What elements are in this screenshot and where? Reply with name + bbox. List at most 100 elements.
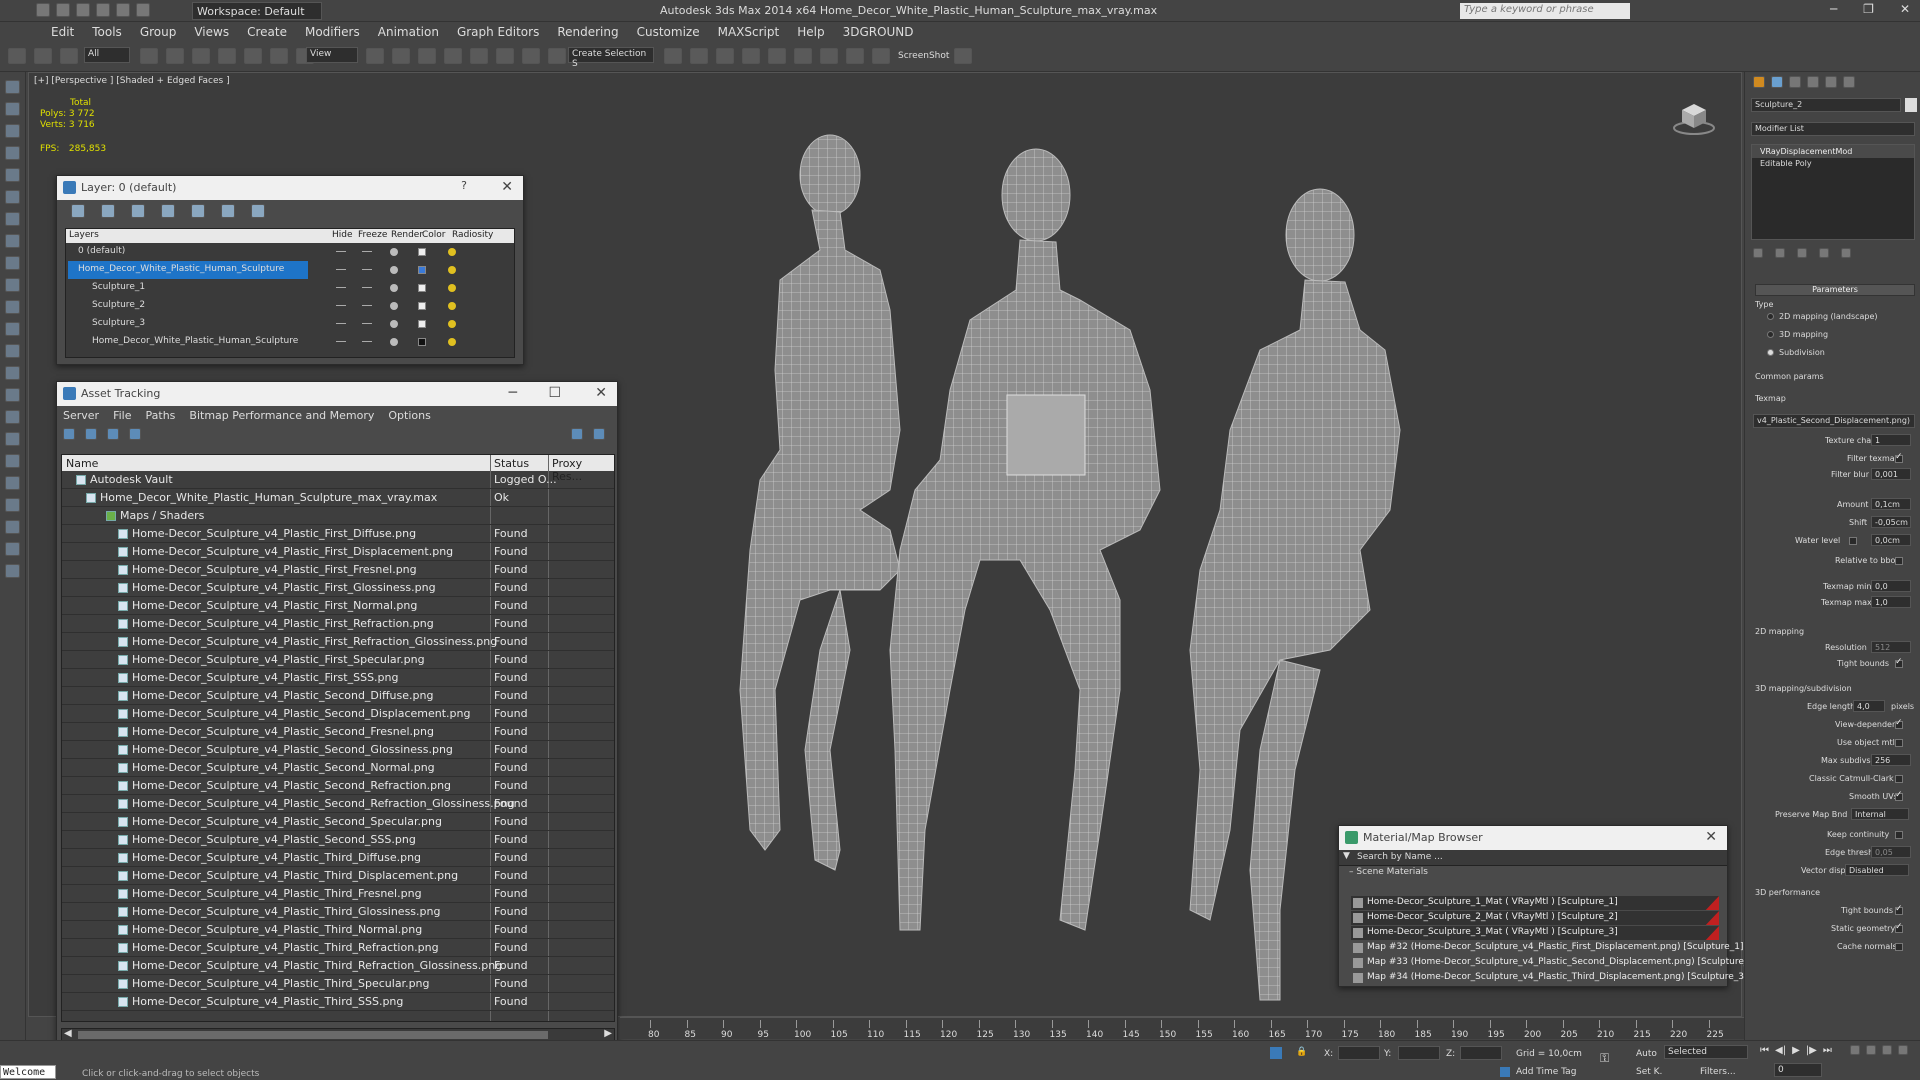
radiosity-sun-icon[interactable] [448,284,456,292]
hide-toggle[interactable] [336,341,346,342]
pan-icon[interactable] [1898,1045,1908,1055]
unlink-icon[interactable] [34,48,52,64]
menu-item-group[interactable]: Group [131,22,186,42]
bind-space-warp-icon[interactable] [60,48,78,64]
close-icon[interactable]: ✕ [1900,2,1910,16]
sculpture-models[interactable] [720,130,1420,1010]
material-search-input[interactable]: ▼ Search by Name ... [1339,850,1727,866]
layer-color-swatch[interactable] [418,266,426,274]
move-icon[interactable] [244,48,262,64]
asset-row[interactable]: Home-Decor_Sculpture_v4_Plastic_Third_No… [62,921,614,939]
filters-button[interactable]: Filters... [1700,1067,1736,1077]
edit-named-selection-icon[interactable] [548,48,566,64]
align-icon[interactable] [690,48,708,64]
lock-icon[interactable]: 🔒 [1296,1047,1307,1057]
menu-item-animation[interactable]: Animation [369,22,448,42]
texmap-min-spinner[interactable]: 0,0 [1871,580,1911,592]
tool-icon-15[interactable] [5,388,20,402]
col-name[interactable]: Name [66,457,98,470]
material-row[interactable]: Map #33 (Home-Decor_Sculpture_v4_Plastic… [1351,956,1758,970]
hide-toggle[interactable] [336,323,346,324]
layer-row[interactable]: Home_Decor_White_Plastic_Human_Sculpture [66,333,514,351]
asset-row[interactable]: Home-Decor_Sculpture_v4_Plastic_First_Fr… [62,561,614,579]
layer-manager-icon[interactable] [716,48,734,64]
asset-dialog-header[interactable]: Asset Tracking ─ ☐ ✕ [57,382,617,406]
asset-menu-options[interactable]: Options [388,409,430,423]
material-row[interactable]: Home-Decor_Sculpture_3_Mat ( VRayMtl ) [… [1351,926,1719,940]
minimize-icon[interactable]: ─ [509,385,517,401]
tool-icon-17[interactable] [5,432,20,446]
selection-lock-icon[interactable] [1270,1047,1282,1059]
asset-row[interactable]: Home-Decor_Sculpture_v4_Plastic_First_SS… [62,669,614,687]
rotate-icon[interactable] [270,48,288,64]
tight-bounds-2-checkbox[interactable] [1895,904,1903,915]
col-radiosity[interactable]: Radiosity [452,230,493,240]
angle-snap-icon[interactable] [470,48,488,64]
refresh-icon[interactable] [63,428,75,440]
tool-icon-13[interactable] [5,344,20,358]
object-color-swatch[interactable] [1905,98,1917,112]
edge-thresh-spinner[interactable]: 0,05 [1871,846,1911,858]
material-row[interactable]: Map #32 (Home-Decor_Sculpture_v4_Plastic… [1351,941,1743,955]
layer-row[interactable]: Sculpture_2 [66,297,514,315]
render-teapot-icon[interactable] [390,266,398,274]
water-level-checkbox[interactable] [1849,537,1857,545]
add-to-layer-icon[interactable] [131,204,145,218]
resolution-spinner[interactable]: 512 [1871,641,1911,653]
object-name-field[interactable]: Sculpture_2 [1751,98,1901,112]
col-render[interactable]: Render [391,230,423,240]
make-unique-icon[interactable] [1797,248,1807,258]
vector-displ-dropdown[interactable]: Disabled [1845,864,1909,876]
use-object-mtl-checkbox[interactable] [1895,739,1903,747]
named-selection-dropdown[interactable]: Create Selection S [568,47,654,69]
asset-menu-bitmap-performance-and-memory[interactable]: Bitmap Performance and Memory [189,409,374,423]
layer-color-swatch[interactable] [418,320,426,328]
delete-layer-icon[interactable] [101,204,115,218]
asset-row[interactable]: Home-Decor_Sculpture_v4_Plastic_Second_R… [62,777,614,795]
select-by-name-icon[interactable] [166,48,184,64]
asset-row[interactable]: Home-Decor_Sculpture_v4_Plastic_Second_D… [62,705,614,723]
material-row[interactable]: Home-Decor_Sculpture_1_Mat ( VRayMtl ) [… [1351,896,1719,910]
tool-icon-18[interactable] [5,454,20,468]
minimize-icon[interactable]: ─ [1830,2,1837,16]
z-coord-field[interactable] [1460,1046,1502,1060]
selection-filter-dropdown[interactable]: All [84,47,130,63]
scroll-left-icon[interactable]: ◀ [64,1028,72,1039]
asset-row[interactable]: Home-Decor_Sculpture_v4_Plastic_First_Re… [62,615,614,633]
texture-chan-spinner[interactable]: 1 [1871,434,1911,446]
render-setup-icon[interactable] [846,48,864,64]
filter-texmap-checkbox[interactable] [1895,452,1903,463]
layer-color-swatch[interactable] [418,338,426,346]
freeze-toggle[interactable] [362,251,372,252]
timeline-ruler[interactable]: 80 85 90 95 100 105 110 115 120 125 130 135 140 145 15… [620,1017,1744,1040]
material-row[interactable]: Home-Decor_Sculpture_2_Mat ( VRayMtl ) [… [1351,911,1719,925]
tool-icon-19[interactable] [5,476,20,490]
curve-editor-icon[interactable] [768,48,786,64]
help-search-input[interactable]: Type a keyword or phrase [1460,3,1630,19]
smooth-uvs-checkbox[interactable] [1895,790,1903,801]
scene-materials-section[interactable]: – Scene Materials [1339,866,1727,880]
new-file-icon[interactable] [36,3,50,17]
remove-modifier-icon[interactable] [1819,248,1829,258]
camera-icon[interactable] [954,48,972,64]
asset-row[interactable]: Home-Decor_Sculpture_v4_Plastic_First_Gl… [62,579,614,597]
asset-row[interactable]: Home-Decor_Sculpture_v4_Plastic_First_Sp… [62,651,614,669]
asset-row[interactable]: Home-Decor_Sculpture_v4_Plastic_Third_Di… [62,849,614,867]
keep-continuity-checkbox[interactable] [1895,831,1903,839]
create-tab-icon[interactable] [1753,76,1765,88]
asset-row[interactable]: Home-Decor_Sculpture_v4_Plastic_First_No… [62,597,614,615]
maximize-icon[interactable]: ☐ [548,385,561,401]
asset-menu-paths[interactable]: Paths [146,409,176,423]
spinner-snap-icon[interactable] [522,48,540,64]
x-coord-field[interactable] [1338,1046,1380,1060]
layer-row[interactable]: Home_Decor_White_Plastic_Human_Sculpture [66,261,514,279]
asset-row[interactable]: Home-Decor_Sculpture_v4_Plastic_First_Di… [62,543,614,561]
menu-item-graph-editors[interactable]: Graph Editors [448,22,548,42]
cache-normals-checkbox[interactable] [1895,943,1903,951]
set-key-button[interactable]: Set K. [1636,1067,1662,1077]
key-filter-dropdown[interactable]: Selected [1664,1045,1748,1059]
asset-row[interactable]: Home-Decor_Sculpture_v4_Plastic_Second_R… [62,795,614,813]
hierarchy-tab-icon[interactable] [1789,76,1801,88]
list-view-icon[interactable] [85,428,97,440]
radio-subdivision[interactable] [1767,349,1774,356]
